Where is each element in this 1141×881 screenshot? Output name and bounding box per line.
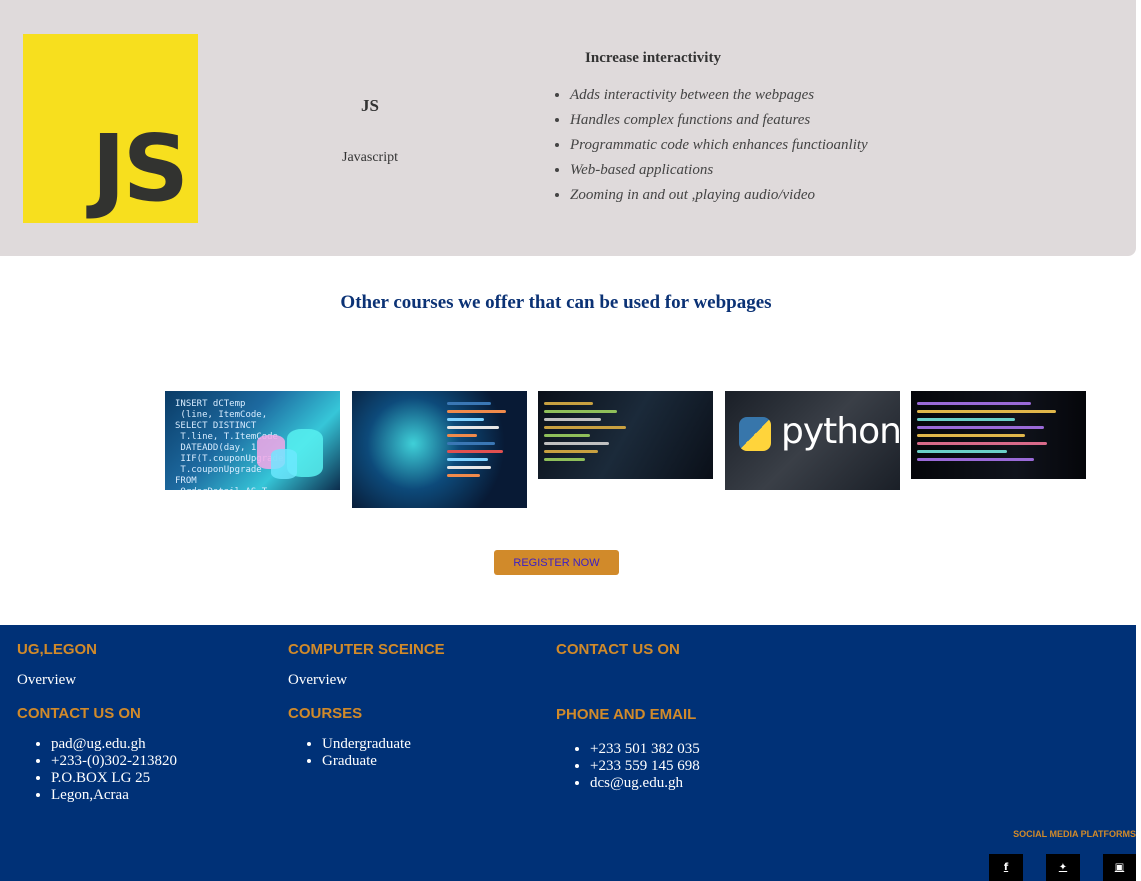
course-image-sql[interactable]: INSERT dCTemp (line, ItemCode, SELECT DI…	[165, 391, 340, 490]
course-title: JS	[361, 96, 379, 115]
feature-item: Zooming in and out ,playing audio/video	[570, 186, 868, 211]
list-item: P.O.BOX LG 25	[51, 770, 177, 787]
twitter-button[interactable]: ✦	[1046, 854, 1080, 881]
footer-cs-overview-link[interactable]: Overview	[288, 672, 347, 689]
facebook-button[interactable]: f	[989, 854, 1023, 881]
code-lines	[447, 397, 521, 502]
footer-ug-legon-heading: UG,LEGON	[17, 641, 98, 658]
footer-phone-email-heading: PHONE AND EMAIL	[556, 706, 697, 723]
feature-item: Handles complex functions and features	[570, 111, 868, 136]
list-item[interactable]: Graduate	[322, 753, 411, 770]
course-panel: JS JS Javascript Increase interactivity …	[0, 0, 1136, 256]
python-logo-icon	[739, 417, 771, 451]
instagram-button[interactable]: ▣	[1103, 854, 1136, 881]
features-heading: Increase interactivity	[585, 50, 721, 66]
course-subtitle: Javascript	[342, 150, 398, 165]
footer-phone-list: +233 501 382 035 +233 559 145 698 dcs@ug…	[556, 741, 700, 792]
code-lines	[917, 397, 1080, 473]
course-image-python[interactable]: python	[725, 391, 900, 490]
code-lines	[544, 397, 707, 473]
register-now-button[interactable]: REGISTER NOW	[494, 550, 619, 575]
list-item[interactable]: Undergraduate	[322, 736, 411, 753]
footer-contact-us-heading: CONTACT US ON	[556, 641, 680, 658]
footer-overview-link[interactable]: Overview	[17, 672, 76, 689]
feature-item: Adds interactivity between the webpages	[570, 86, 868, 111]
footer-courses-heading: COURSES	[288, 705, 363, 722]
js-logo-text: JS	[91, 115, 189, 222]
facebook-icon: f	[1003, 862, 1009, 873]
list-item: Legon,Acraa	[51, 787, 177, 804]
feature-item: Programmatic code which enhances functio…	[570, 136, 868, 161]
feature-item: Web-based applications	[570, 161, 868, 186]
python-logo-text: python	[781, 411, 900, 452]
list-item: +233 501 382 035	[590, 741, 700, 758]
footer: UG,LEGON Overview CONTACT US ON pad@ug.e…	[0, 625, 1136, 881]
course-image-css[interactable]	[911, 391, 1086, 479]
instagram-icon: ▣	[1114, 862, 1125, 873]
course-image-code[interactable]	[538, 391, 713, 479]
twitter-icon: ✦	[1058, 862, 1068, 873]
course-image-network[interactable]	[352, 391, 527, 508]
other-courses-heading: Other courses we offer that can be used …	[340, 292, 772, 313]
footer-computer-science-heading: COMPUTER SCEINCE	[288, 641, 445, 658]
features-list: Adds interactivity between the webpages …	[530, 86, 868, 211]
database-cylinder	[271, 449, 297, 479]
footer-courses-list: Undergraduate Graduate	[288, 736, 411, 770]
footer-contact-heading: CONTACT US ON	[17, 705, 141, 722]
list-item: +233 559 145 698	[590, 758, 700, 775]
list-item: pad@ug.edu.gh	[51, 736, 177, 753]
social-media-label: SOCIAL MEDIA PLATFORMS	[1013, 829, 1136, 839]
footer-contact-list: pad@ug.edu.gh +233-(0)302-213820 P.O.BOX…	[17, 736, 177, 804]
list-item: +233-(0)302-213820	[51, 753, 177, 770]
js-logo: JS	[23, 34, 198, 223]
list-item: dcs@ug.edu.gh	[590, 775, 700, 792]
